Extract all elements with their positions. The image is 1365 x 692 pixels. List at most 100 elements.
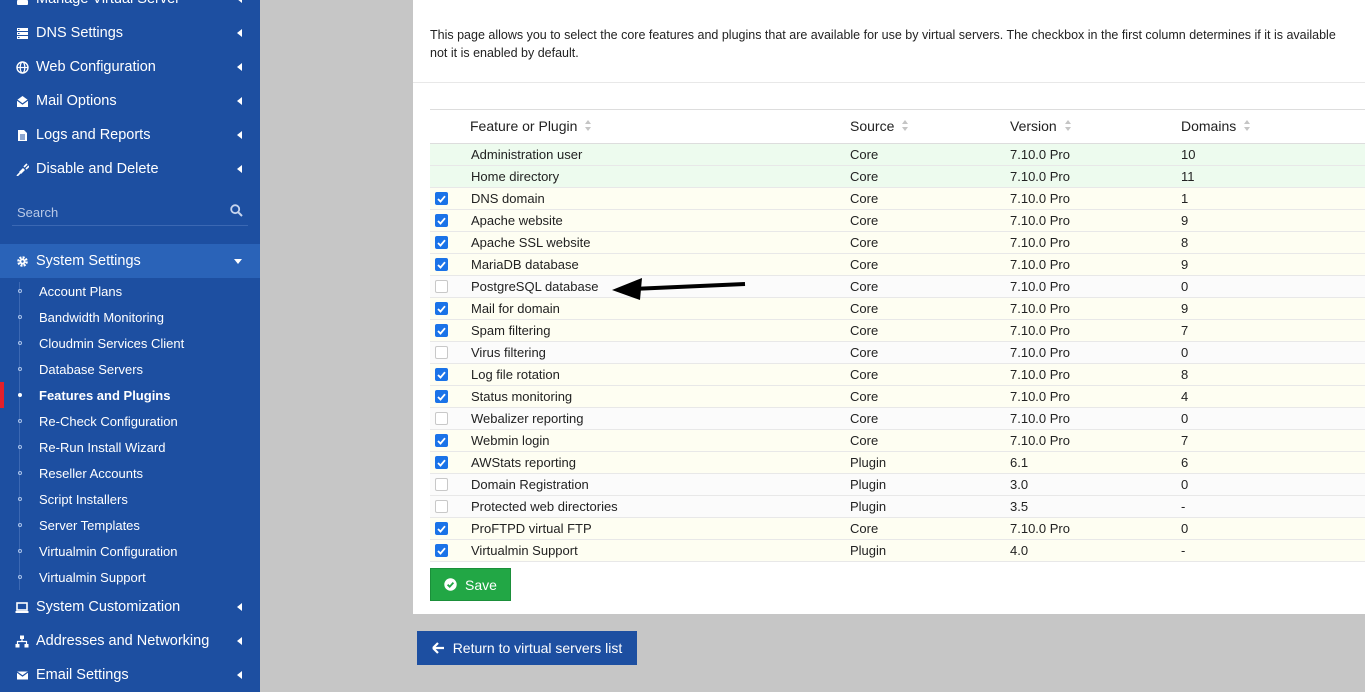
sidebar-item-re-run-install-wizard[interactable]: Re-Run Install Wizard: [0, 434, 260, 460]
checkbox-cell: [430, 385, 470, 408]
checkbox-cell: [430, 495, 470, 518]
checkbox-cell: [430, 539, 470, 562]
source-cell: Core: [850, 429, 1010, 452]
sidebar-item-reseller-accounts[interactable]: Reseller Accounts: [0, 460, 260, 486]
feature-name-cell: Protected web directories: [470, 495, 850, 518]
bullet-icon: [18, 419, 22, 423]
table-row: Virus filtering Core 7.10.0 Pro 0: [430, 341, 1365, 364]
sidebar-item-script-installers[interactable]: Script Installers: [0, 486, 260, 512]
menu-item-manage-virtual-server[interactable]: Manage Virtual Server: [0, 0, 260, 16]
sidebar-item-re-check-configuration[interactable]: Re-Check Configuration: [0, 408, 260, 434]
sidebar-item-virtualmin-configuration[interactable]: Virtualmin Configuration: [0, 538, 260, 564]
file-icon: [15, 128, 29, 142]
feature-checkbox[interactable]: [435, 500, 448, 513]
sort-icon: [901, 119, 909, 135]
header-version[interactable]: Version: [1010, 109, 1181, 144]
feature-checkbox[interactable]: [435, 434, 448, 447]
feature-name-cell: ProFTPD virtual FTP: [470, 517, 850, 540]
sort-icon: [1243, 119, 1251, 135]
sidebar-item-features-and-plugins[interactable]: Features and Plugins: [0, 382, 260, 408]
sidebar: System Settings Manage Virtual Server DNS…: [0, 0, 260, 692]
sidebar-item-server-templates[interactable]: Server Templates: [0, 512, 260, 538]
feature-checkbox[interactable]: [435, 456, 448, 469]
source-cell: Core: [850, 363, 1010, 386]
domains-cell: 7: [1181, 319, 1365, 342]
menu-item-disable-and-delete[interactable]: Disable and Delete: [0, 152, 260, 186]
sidebar-search: [0, 194, 260, 230]
sidebar-item-bandwidth-monitoring[interactable]: Bandwidth Monitoring: [0, 304, 260, 330]
feature-name-cell: Administration user: [470, 143, 850, 166]
header-domains[interactable]: Domains: [1181, 109, 1365, 144]
feature-name-cell: Virus filtering: [470, 341, 850, 364]
divider: [413, 82, 1365, 83]
envelope-icon: [15, 668, 29, 682]
menu-item-web-configuration[interactable]: Web Configuration: [0, 50, 260, 84]
table-row: ProFTPD virtual FTP Core 7.10.0 Pro 0: [430, 517, 1365, 540]
sidebar-item-virtualmin-support[interactable]: Virtualmin Support: [0, 564, 260, 590]
domains-cell: 0: [1181, 473, 1365, 496]
feature-checkbox[interactable]: [435, 236, 448, 249]
server-list-icon: [15, 26, 29, 40]
menu-item-system-customization[interactable]: System Customization: [0, 590, 260, 624]
bullet-icon: [18, 575, 22, 579]
sidebar-item-database-servers[interactable]: Database Servers: [0, 356, 260, 382]
source-cell: Core: [850, 165, 1010, 188]
menu-item-logs-and-reports[interactable]: Logs and Reports: [0, 118, 260, 152]
feature-checkbox[interactable]: [435, 544, 448, 557]
feature-checkbox[interactable]: [435, 258, 448, 271]
table-row: DNS domain Core 7.10.0 Pro 1: [430, 187, 1365, 210]
chevron-left-icon: [237, 637, 242, 645]
feature-checkbox[interactable]: [435, 280, 448, 293]
menu-item-label: Mail Options: [36, 93, 117, 109]
table-header-row: Feature or Plugin Source Version Domains: [430, 109, 1365, 144]
feature-checkbox[interactable]: [435, 214, 448, 227]
menu-item-system-settings[interactable]: System Settings: [0, 244, 260, 278]
menu-item-dns-settings[interactable]: DNS Settings: [0, 16, 260, 50]
feature-checkbox[interactable]: [435, 192, 448, 205]
version-cell: 3.0: [1010, 473, 1181, 496]
menu-item-email-settings[interactable]: Email Settings: [0, 658, 260, 692]
checkbox-cell: [430, 341, 470, 364]
version-cell: 7.10.0 Pro: [1010, 407, 1181, 430]
header-source[interactable]: Source: [850, 109, 1010, 144]
chevron-left-icon: [237, 29, 242, 37]
return-to-virtual-servers-button[interactable]: Return to virtual servers list: [417, 631, 637, 665]
menu-item-label: Disable and Delete: [36, 161, 159, 177]
feature-checkbox[interactable]: [435, 478, 448, 491]
feature-checkbox[interactable]: [435, 522, 448, 535]
version-cell: 7.10.0 Pro: [1010, 385, 1181, 408]
checkbox-cell: [430, 407, 470, 430]
table-row: Administration user Core 7.10.0 Pro 10: [430, 143, 1365, 166]
source-cell: Core: [850, 209, 1010, 232]
sidebar-item-cloudmin-services-client[interactable]: Cloudmin Services Client: [0, 330, 260, 356]
checkbox-cell: [430, 517, 470, 540]
source-cell: Plugin: [850, 539, 1010, 562]
menu-item-addresses-and-networking[interactable]: Addresses and Networking: [0, 624, 260, 658]
source-cell: Core: [850, 231, 1010, 254]
domains-cell: 9: [1181, 297, 1365, 320]
chevron-left-icon: [237, 63, 242, 71]
header-feature[interactable]: Feature or Plugin: [470, 109, 850, 144]
feature-checkbox[interactable]: [435, 368, 448, 381]
sidebar-item-label: Virtualmin Support: [39, 569, 146, 585]
search-input[interactable]: [15, 200, 219, 224]
sidebar-item-account-plans[interactable]: Account Plans: [0, 278, 260, 304]
sidebar-item-label: Account Plans: [39, 283, 123, 299]
feature-checkbox[interactable]: [435, 390, 448, 403]
menu-item-label: Web Configuration: [36, 59, 156, 75]
feature-checkbox[interactable]: [435, 302, 448, 315]
feature-checkbox[interactable]: [435, 412, 448, 425]
version-cell: 7.10.0 Pro: [1010, 517, 1181, 540]
plug-icon: [15, 162, 29, 176]
feature-checkbox[interactable]: [435, 346, 448, 359]
sidebar-item-label: Features and Plugins: [39, 387, 171, 403]
feature-name-cell: Webalizer reporting: [470, 407, 850, 430]
version-cell: 7.10.0 Pro: [1010, 209, 1181, 232]
menu-item-label: Logs and Reports: [36, 127, 151, 143]
menu-item-mail-options[interactable]: Mail Options: [0, 84, 260, 118]
feature-checkbox[interactable]: [435, 324, 448, 337]
save-button[interactable]: Save: [430, 568, 511, 601]
menu-item-label: System Settings: [36, 253, 141, 269]
feature-name-cell: Apache website: [470, 209, 850, 232]
search-icon[interactable]: [230, 204, 243, 220]
